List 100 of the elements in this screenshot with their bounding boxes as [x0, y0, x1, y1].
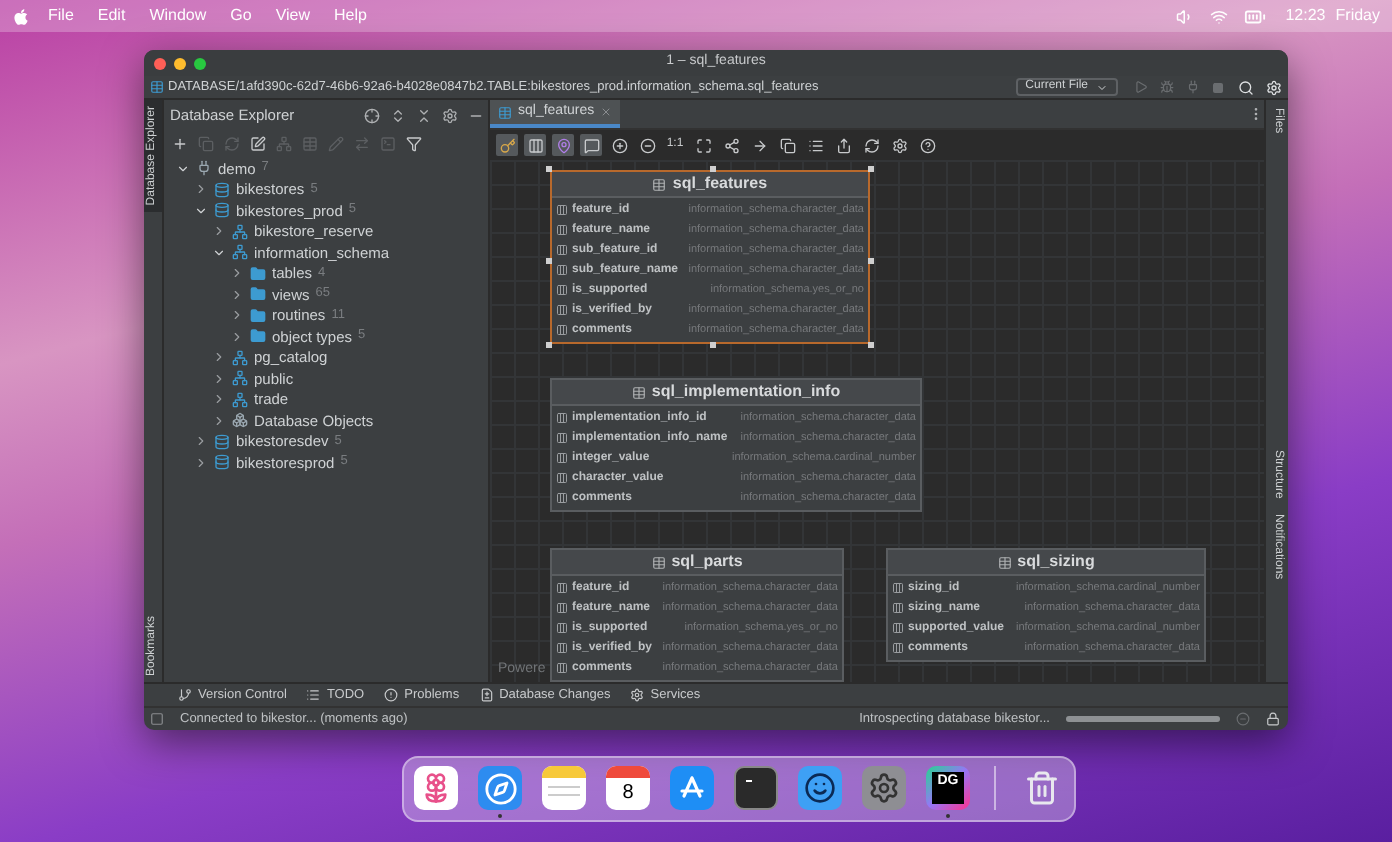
column-icon [556, 452, 568, 464]
schema-icon [232, 391, 248, 408]
chevron-icon[interactable] [212, 350, 226, 365]
column-icon [892, 622, 904, 634]
chevron-icon[interactable] [212, 392, 226, 407]
settings-button[interactable] [888, 134, 910, 156]
column-icon [556, 244, 568, 256]
table-icon [150, 80, 164, 94]
chevron-icon[interactable] [194, 203, 208, 218]
table-icon [651, 555, 666, 569]
zoom-in-button[interactable] [608, 134, 630, 156]
share-button[interactable] [720, 134, 742, 156]
zoom-out-button[interactable] [636, 134, 658, 156]
close-icon[interactable] [600, 106, 613, 118]
locate-icon[interactable] [364, 107, 380, 123]
table-name: sql_features [672, 172, 768, 196]
resize-handle[interactable] [868, 257, 874, 263]
vcs-icon [178, 688, 192, 702]
minimize-window-button[interactable] [174, 57, 186, 69]
columns-button[interactable] [524, 134, 546, 156]
column-icon [556, 432, 568, 444]
add-icon[interactable] [172, 135, 188, 151]
resize-handle[interactable] [546, 342, 552, 348]
close-window-button[interactable] [154, 57, 166, 69]
resize-handle[interactable] [546, 166, 552, 172]
schema-icon [232, 244, 248, 261]
panel-toggle-icon[interactable] [150, 712, 164, 726]
datasource-icon [196, 160, 212, 177]
edit-icon[interactable] [250, 135, 266, 151]
refresh-button[interactable] [860, 134, 882, 156]
database-icon [214, 202, 230, 219]
resize-handle[interactable] [710, 166, 716, 172]
column-icon [892, 642, 904, 654]
column-icon [556, 304, 568, 316]
column-icon [556, 204, 568, 216]
chevron-icon[interactable] [230, 287, 244, 302]
debug-icon[interactable] [1160, 80, 1174, 94]
column-icon [556, 662, 568, 674]
resize-handle[interactable] [868, 342, 874, 348]
resize-handle[interactable] [546, 257, 552, 263]
lock-icon[interactable] [1266, 712, 1280, 726]
resize-handle[interactable] [710, 342, 716, 348]
table-node[interactable] [550, 170, 870, 344]
apple-logo-icon[interactable] [12, 7, 30, 25]
column-icon [556, 264, 568, 276]
schema-icon [232, 223, 248, 240]
chevron-icon[interactable] [212, 245, 226, 260]
collapse-all-icon[interactable] [416, 107, 432, 123]
objects-icon [232, 412, 248, 429]
column-icon [556, 602, 568, 614]
chevron-icon[interactable] [194, 182, 208, 197]
chevron-icon[interactable] [194, 434, 208, 449]
chevron-icon[interactable] [230, 266, 244, 281]
comment-button[interactable] [580, 134, 602, 156]
chevron-icon[interactable] [194, 455, 208, 470]
key-button[interactable] [496, 134, 518, 156]
table-node[interactable] [550, 378, 922, 512]
compass-app-icon[interactable] [478, 766, 522, 818]
stop-icon[interactable] [1212, 81, 1224, 93]
settings-icon[interactable] [442, 107, 458, 123]
column-icon [556, 492, 568, 504]
table-name: sql_implementation_info [651, 380, 841, 404]
table-name: sql_parts [671, 550, 743, 574]
resize-handle[interactable] [868, 166, 874, 172]
database-icon [214, 433, 230, 450]
plug-icon[interactable] [1186, 80, 1200, 94]
changes-icon [479, 688, 494, 702]
column-icon [556, 642, 568, 654]
database-icon [214, 181, 230, 198]
column-icon [892, 602, 904, 614]
filter-icon[interactable] [406, 135, 422, 151]
fit-button[interactable] [692, 134, 714, 156]
export-button[interactable] [832, 134, 854, 156]
cancel-icon[interactable] [1236, 712, 1250, 726]
column-icon [556, 412, 568, 424]
run-icon[interactable] [1134, 80, 1148, 94]
search-icon[interactable] [1238, 79, 1254, 95]
chevron-icon[interactable] [212, 371, 226, 386]
volume-icon[interactable] [1175, 7, 1194, 25]
column-icon [556, 224, 568, 236]
pin-button[interactable] [552, 134, 574, 156]
caret-icon [1096, 81, 1108, 93]
folder-icon [250, 265, 266, 282]
copy-button[interactable] [776, 134, 798, 156]
help-button[interactable] [916, 134, 938, 156]
column-icon [556, 284, 568, 296]
chevron-icon[interactable] [176, 161, 190, 176]
problems-icon [384, 688, 399, 702]
chevron-icon[interactable] [212, 224, 226, 239]
table-icon [498, 105, 512, 119]
chevron-icon[interactable] [212, 413, 226, 428]
table-icon [652, 177, 667, 191]
services-icon [630, 688, 645, 702]
expand-all-icon[interactable] [390, 107, 406, 123]
zoom-window-button[interactable] [194, 57, 206, 69]
todo-icon [306, 688, 321, 702]
column-icon [556, 582, 568, 594]
chevron-icon[interactable] [230, 308, 244, 323]
table-node[interactable] [550, 548, 844, 682]
chevron-icon[interactable] [230, 329, 244, 344]
